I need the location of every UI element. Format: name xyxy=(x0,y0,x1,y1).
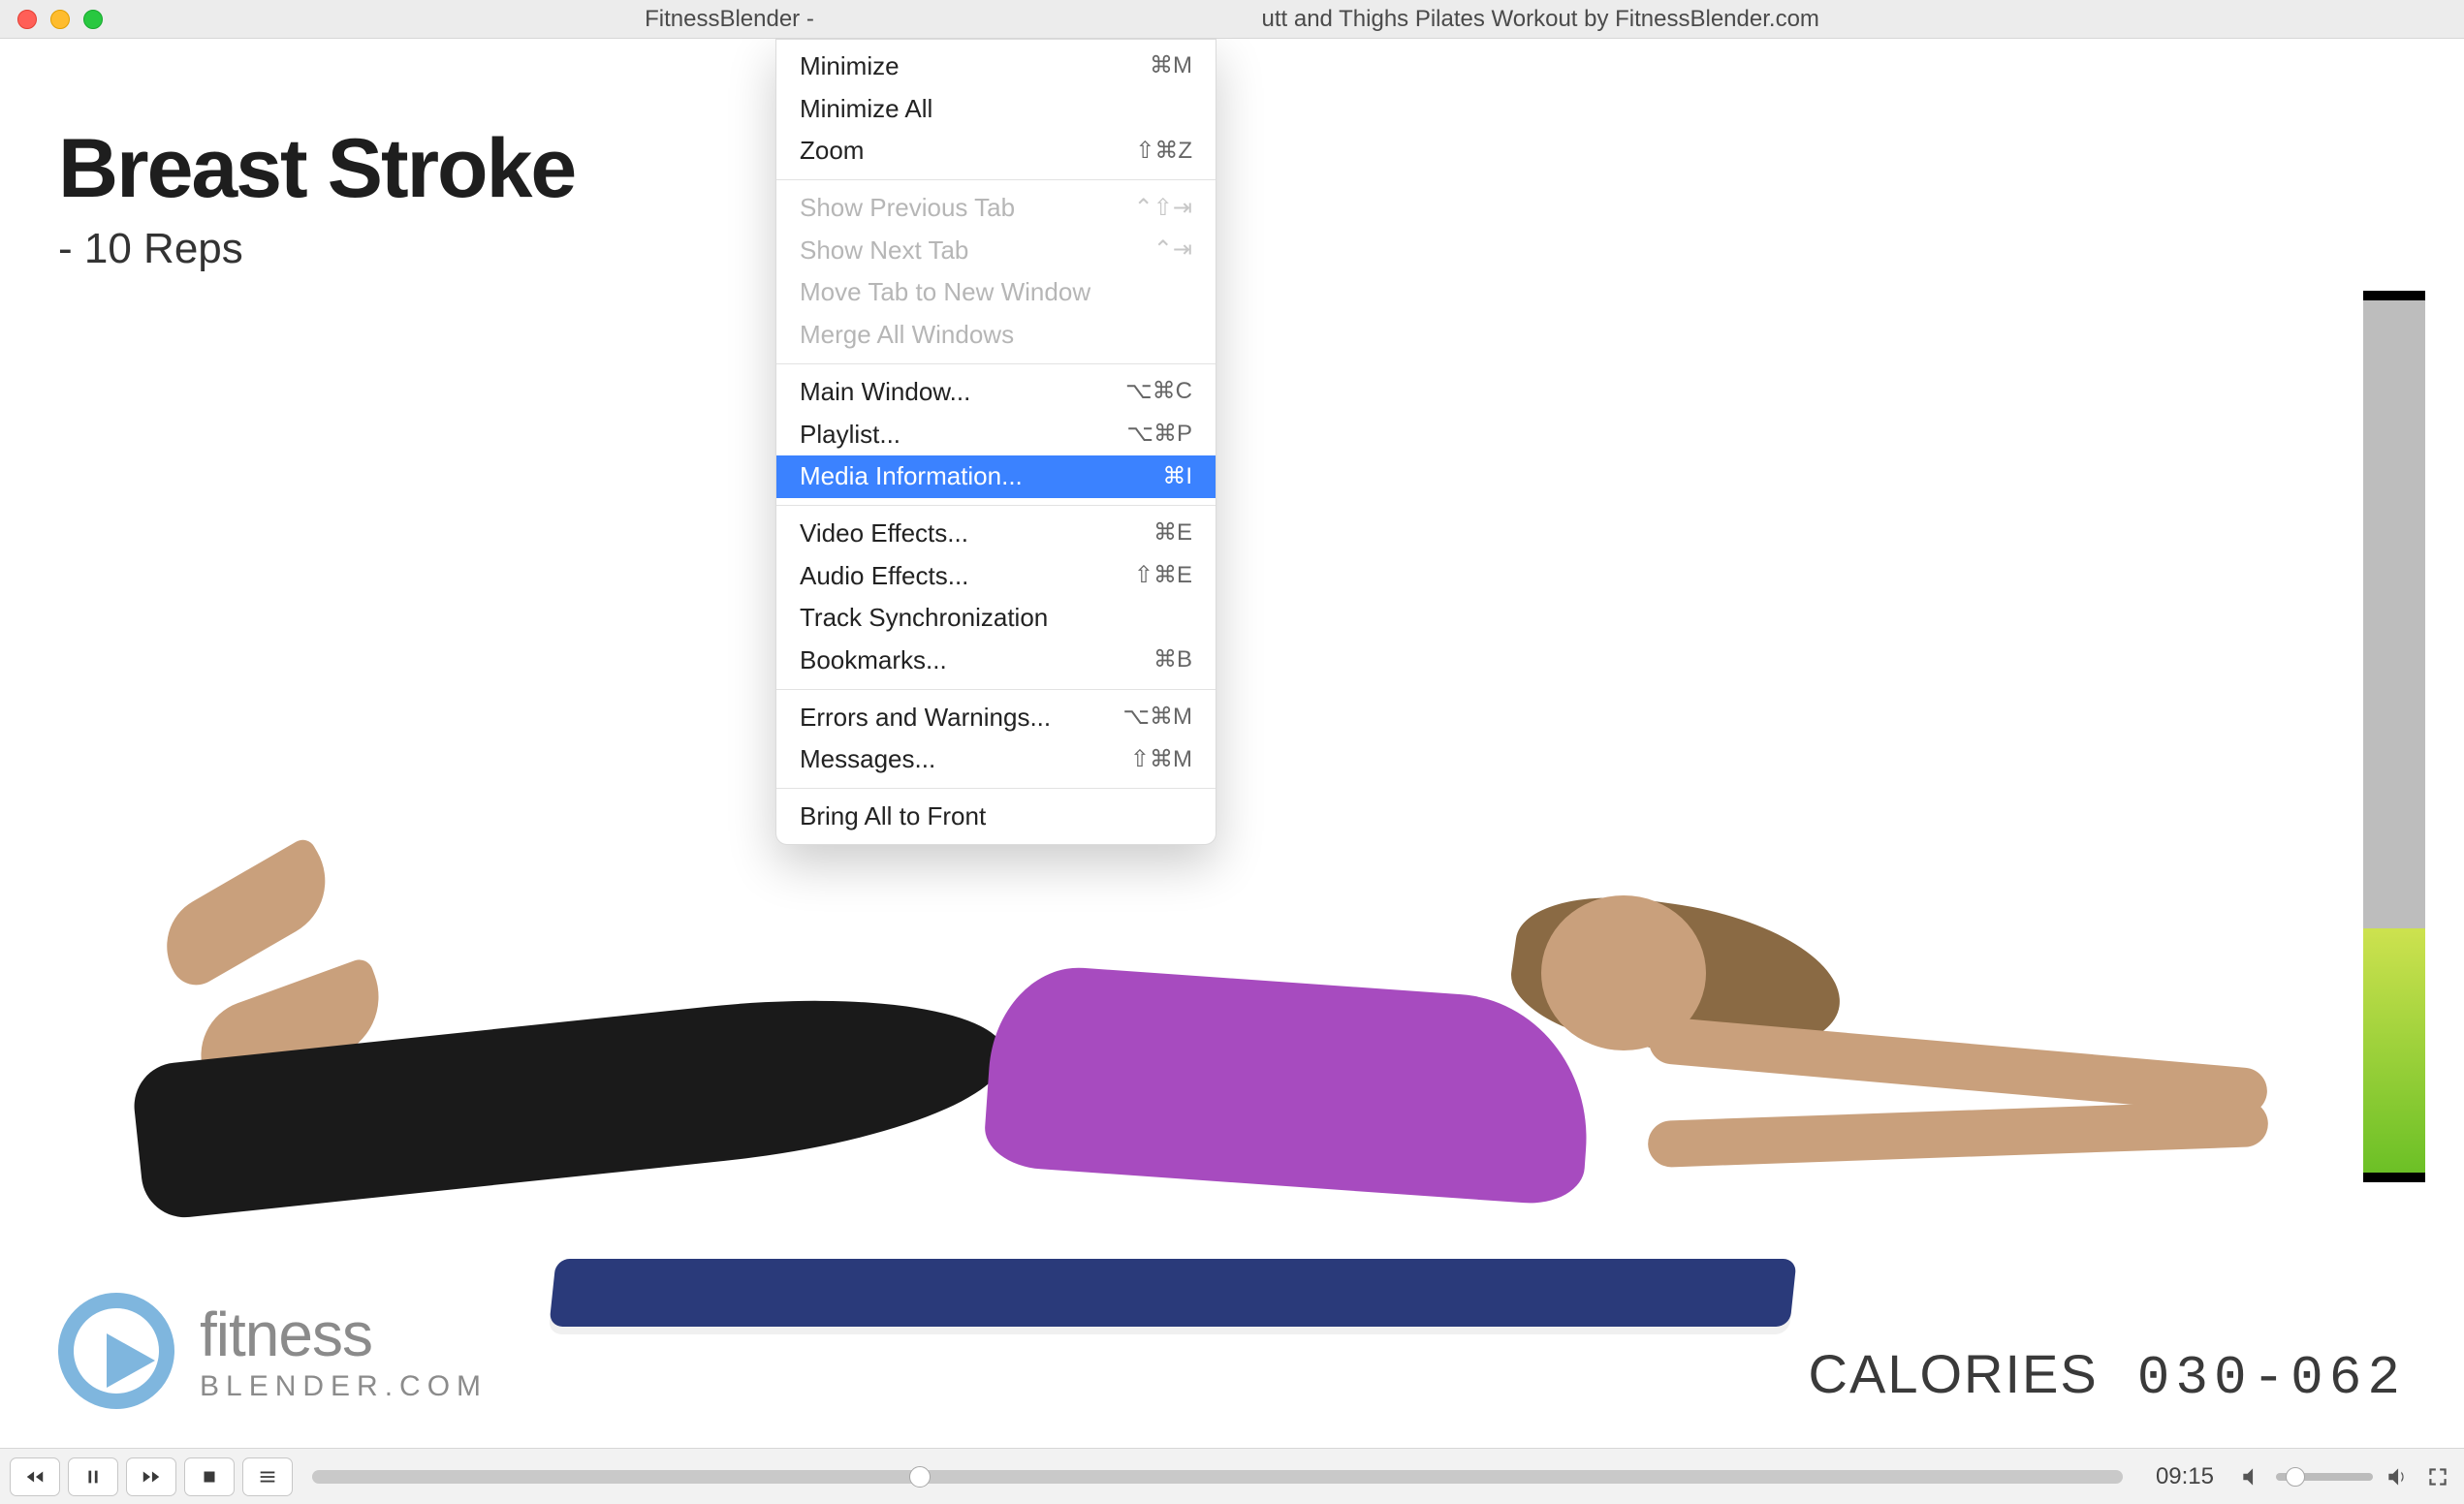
intensity-bar xyxy=(2363,291,2425,1182)
menu-item-playlist[interactable]: Playlist... ⌥⌘P xyxy=(776,414,1216,456)
menu-item-label: Playlist... xyxy=(800,417,900,454)
stop-icon xyxy=(199,1466,220,1488)
menu-item-errors-and-warnings[interactable]: Errors and Warnings... ⌥⌘M xyxy=(776,697,1216,739)
menu-item-track-synchronization[interactable]: Track Synchronization xyxy=(776,597,1216,640)
menu-item-label: Zoom xyxy=(800,133,864,170)
menu-item-shortcut: ⌃⇥ xyxy=(1153,234,1192,267)
menu-item-shortcut: ⌘B xyxy=(1153,643,1192,677)
menu-item-bring-all-to-front[interactable]: Bring All to Front xyxy=(776,796,1216,838)
calories-readout: CALORIES 030-062 xyxy=(1809,1342,2406,1409)
skip-back-button[interactable] xyxy=(10,1457,60,1496)
menu-item-audio-effects[interactable]: Audio Effects... ⇧⌘E xyxy=(776,555,1216,598)
window-title-left: FitnessBlender - xyxy=(645,6,820,32)
menu-item-label: Bring All to Front xyxy=(800,799,986,835)
menu-item-shortcut: ⌥⌘M xyxy=(1122,701,1192,735)
menu-item-shortcut: ⇧⌘Z xyxy=(1135,135,1192,169)
calories-value: 030-062 xyxy=(2137,1347,2406,1409)
brand-watermark: fitness BLENDER.COM xyxy=(58,1293,488,1409)
menu-item-move-tab-to-new-window: Move Tab to New Window xyxy=(776,271,1216,314)
menu-item-label: Main Window... xyxy=(800,374,970,411)
pause-button[interactable] xyxy=(68,1457,118,1496)
list-icon xyxy=(257,1466,278,1488)
volume-high-icon[interactable] xyxy=(2381,1460,2414,1493)
traffic-lights xyxy=(0,10,103,29)
menu-item-minimize[interactable]: Minimize ⌘M xyxy=(776,46,1216,88)
menu-item-label: Move Tab to New Window xyxy=(800,274,1090,311)
menu-item-media-information[interactable]: Media Information... ⌘I xyxy=(776,455,1216,498)
menu-item-label: Merge All Windows xyxy=(800,317,1014,354)
exercise-reps: - 10 Reps xyxy=(58,225,575,273)
menu-item-shortcut: ⌥⌘C xyxy=(1125,375,1192,409)
window-title-right: utt and Thighs Pilates Workout by Fitnes… xyxy=(1262,6,1819,32)
brand-line2: BLENDER.COM xyxy=(200,1370,488,1403)
menu-item-shortcut: ⌘M xyxy=(1150,49,1192,83)
playlist-button[interactable] xyxy=(242,1457,293,1496)
exercise-mat xyxy=(549,1259,1796,1327)
skip-forward-button[interactable] xyxy=(126,1457,176,1496)
menu-item-shortcut: ⇧⌘M xyxy=(1130,743,1192,777)
menu-item-show-next-tab: Show Next Tab ⌃⇥ xyxy=(776,230,1216,272)
volume-low-icon[interactable] xyxy=(2235,1460,2268,1493)
menu-item-label: Minimize All xyxy=(800,91,932,128)
menu-item-bookmarks[interactable]: Bookmarks... ⌘B xyxy=(776,640,1216,682)
menu-item-label: Messages... xyxy=(800,741,935,778)
menu-separator xyxy=(776,179,1216,180)
menu-separator xyxy=(776,788,1216,789)
menu-item-shortcut: ⇧⌘E xyxy=(1134,559,1192,593)
menu-item-shortcut: ⌘I xyxy=(1162,460,1192,494)
skip-forward-icon xyxy=(141,1466,162,1488)
menu-item-label: Show Previous Tab xyxy=(800,190,1015,227)
menu-item-shortcut: ⌃⇧⇥ xyxy=(1134,192,1192,226)
window-menu-dropdown[interactable]: Minimize ⌘M Minimize All Zoom ⇧⌘Z Show Previo… xyxy=(775,39,1216,845)
window-title: FitnessBlender - utt and Thighs Pilates … xyxy=(0,6,2464,33)
menu-item-label: Bookmarks... xyxy=(800,642,947,679)
menu-separator xyxy=(776,505,1216,506)
volume-slider[interactable] xyxy=(2276,1473,2373,1481)
menu-item-shortcut: ⌘E xyxy=(1153,517,1192,550)
menu-item-label: Media Information... xyxy=(800,458,1023,495)
menu-item-label: Errors and Warnings... xyxy=(800,700,1051,736)
brand-line1: fitness xyxy=(200,1299,488,1370)
menu-item-messages[interactable]: Messages... ⇧⌘M xyxy=(776,738,1216,781)
menu-item-main-window[interactable]: Main Window... ⌥⌘C xyxy=(776,371,1216,414)
exercise-name: Breast Stroke xyxy=(58,121,575,217)
minimize-window-button[interactable] xyxy=(50,10,70,29)
fullscreen-button[interactable] xyxy=(2421,1460,2454,1493)
window-title-bar: FitnessBlender - utt and Thighs Pilates … xyxy=(0,0,2464,39)
seek-thumb[interactable] xyxy=(909,1466,931,1488)
menu-item-minimize-all[interactable]: Minimize All xyxy=(776,88,1216,131)
intensity-fill xyxy=(2363,928,2425,1173)
brand-logo-icon xyxy=(58,1293,174,1409)
menu-item-label: Audio Effects... xyxy=(800,558,968,595)
pause-icon xyxy=(82,1466,104,1488)
skip-back-icon xyxy=(24,1466,46,1488)
zoom-window-button[interactable] xyxy=(83,10,103,29)
menu-separator xyxy=(776,689,1216,690)
menu-item-merge-all-windows: Merge All Windows xyxy=(776,314,1216,357)
volume-thumb[interactable] xyxy=(2286,1467,2305,1487)
menu-separator xyxy=(776,363,1216,364)
video-playback-area[interactable]: Breast Stroke - 10 Reps CALORIES 030-062… xyxy=(0,39,2464,1448)
stop-button[interactable] xyxy=(184,1457,235,1496)
elapsed-time: 09:15 xyxy=(2156,1463,2214,1490)
calories-label: CALORIES xyxy=(1809,1342,2099,1405)
menu-item-zoom[interactable]: Zoom ⇧⌘Z xyxy=(776,130,1216,172)
menu-item-show-previous-tab: Show Previous Tab ⌃⇧⇥ xyxy=(776,187,1216,230)
player-controls: 09:15 xyxy=(0,1448,2464,1504)
seek-slider[interactable] xyxy=(312,1470,2123,1484)
menu-item-label: Minimize xyxy=(800,48,900,85)
menu-item-label: Track Synchronization xyxy=(800,600,1048,637)
menu-item-video-effects[interactable]: Video Effects... ⌘E xyxy=(776,513,1216,555)
close-window-button[interactable] xyxy=(17,10,37,29)
menu-item-label: Video Effects... xyxy=(800,516,968,552)
menu-item-shortcut: ⌥⌘P xyxy=(1126,418,1192,452)
menu-item-label: Show Next Tab xyxy=(800,233,968,269)
exercise-overlay: Breast Stroke - 10 Reps xyxy=(58,121,575,273)
